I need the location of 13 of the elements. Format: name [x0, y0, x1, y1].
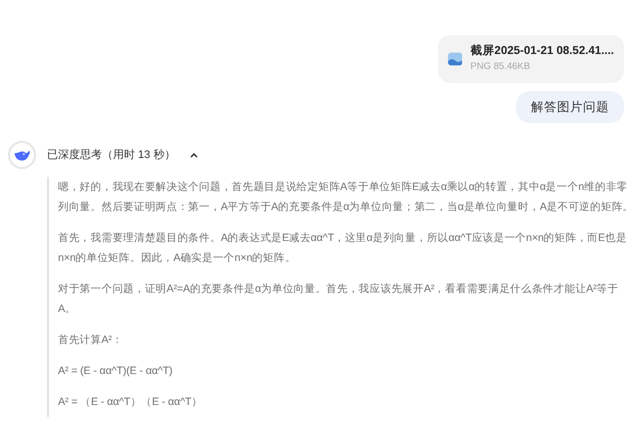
thinking-paragraph: 首先计算A²： [58, 333, 124, 348]
caret-icon [190, 152, 198, 158]
file-meta: PNG 85.46KB [470, 60, 532, 74]
thinking-paragraph: A² = （E - αα^T）（E - αα^T） [58, 395, 204, 410]
thinking-paragraph: 嗯，好的，我现在要解决这个问题，首先题目是说给定矩阵A等于单位矩阵E减去α乘以α的转置，其中α是一个n维的非零列向量。然后要证明两点：第一，A平方等于A的充要条件是α为单位向量；第二，当α是单位向量时，A是不可逆的矩阵。 [58, 180, 634, 216]
thinking-status: 已深度思考（用时 13 秒） [47, 148, 176, 163]
thinking-paragraph: 首先，我需要理清楚题目的条件。A的表达式是E减去αα^T，这里α是列向量，所以αα^T应该是一个n×n的矩阵，而E也是n×n的单位矩阵。因此，A确实是一个n×n的矩阵。 [58, 231, 628, 266]
file-name: 截屏2025-01-21 08.52.41.... [470, 43, 614, 59]
thinking-paragraph: 对于第一个问题，证明A²=A的充要条件是α为单位向量。首先，我应该先展开A²，看看需要满足什么条件才能让A²等于A。 [58, 282, 620, 318]
thinking-paragraph: A² = (E - αα^T)(E - αα^T) [58, 364, 174, 380]
image-file-icon [448, 50, 462, 67]
whale-avatar-icon [8, 141, 36, 170]
user-message: 解答图片问题 [516, 90, 624, 124]
